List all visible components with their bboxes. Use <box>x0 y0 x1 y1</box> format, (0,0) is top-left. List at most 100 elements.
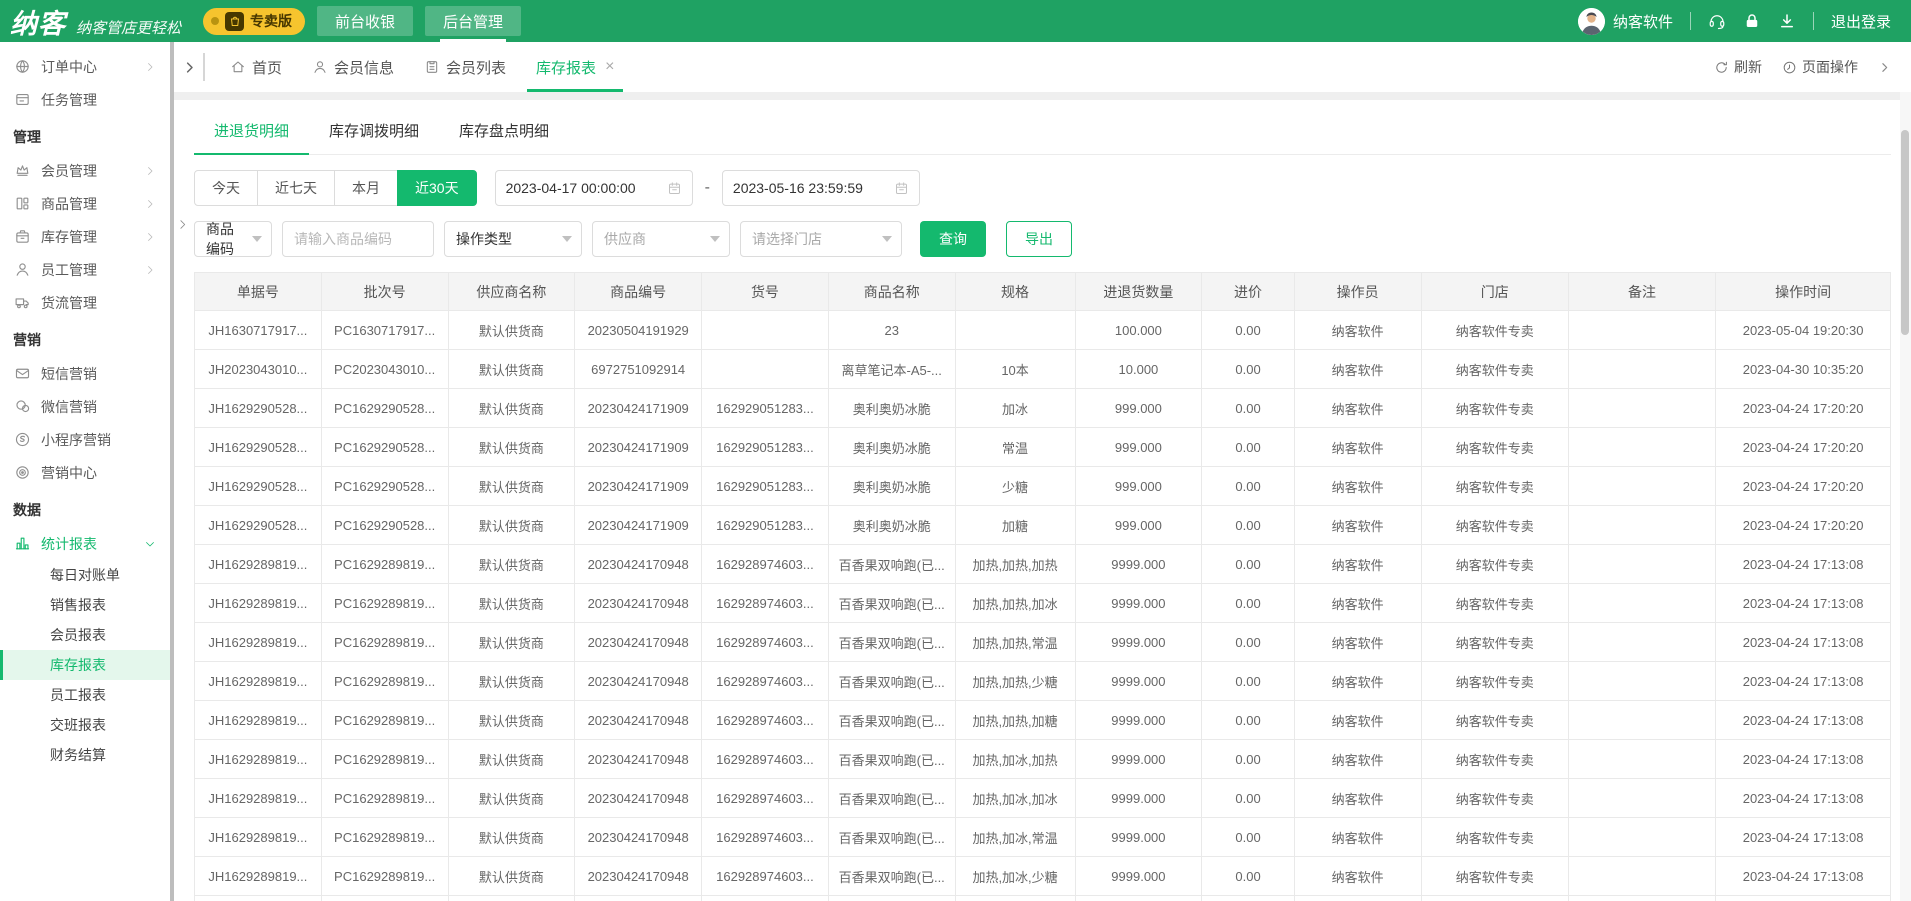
sidebar-item-miniapp-marketing[interactable]: 小程序营销 <box>0 423 170 456</box>
download-icon[interactable] <box>1778 12 1796 30</box>
supplier-select[interactable]: 供应商 <box>592 221 730 257</box>
column-header: 规格 <box>955 273 1075 311</box>
sidebar-item-logistics-manage[interactable]: 货流管理 <box>0 286 170 319</box>
table-cell: 纳客软件 <box>1294 779 1421 818</box>
table-cell: 2023-04-30 10:35:20 <box>1716 350 1891 389</box>
sidebar-item-wechat-marketing[interactable]: 微信营销 <box>0 390 170 423</box>
chevron-right-icon[interactable] <box>182 60 197 75</box>
lock-icon[interactable] <box>1743 12 1761 30</box>
table-cell: PC1629290528... <box>321 389 448 428</box>
table-cell <box>1568 350 1715 389</box>
sidebar-item-task-manage[interactable]: 任务管理 <box>0 83 170 116</box>
table-cell: 2023-04-24 17:20:20 <box>1716 506 1891 545</box>
table-cell: 100.000 <box>1075 311 1202 350</box>
sidebar-item-label: 统计报表 <box>41 534 97 554</box>
table-cell: 百香果双响跑(已... <box>828 857 955 896</box>
scrollbar-thumb[interactable] <box>1901 130 1909 335</box>
table-row: JH1629289819...PC1629289819...默认供货商20230… <box>195 740 1891 779</box>
sidebar-item-member-manage[interactable]: 会员管理 <box>0 154 170 187</box>
sidebar-item-stats-report[interactable]: 统计报表 <box>0 527 170 560</box>
table-row: JH1629289819...PC1629289819...默认供货商20230… <box>195 545 1891 584</box>
table-cell: JH1629289819... <box>195 818 322 857</box>
table-cell: PC1629289819... <box>321 818 448 857</box>
table-cell: JH1629289819... <box>195 623 322 662</box>
sidebar-subitem-member-report[interactable]: 会员报表 <box>0 620 170 650</box>
table-row: JH1629289819...PC1629289819...默认供货商20230… <box>195 623 1891 662</box>
table-cell: 20230424171909 <box>575 506 702 545</box>
table-cell: 999.000 <box>1075 506 1202 545</box>
table-cell: 纳客软件专卖 <box>1421 545 1568 584</box>
tab-stock-report[interactable]: 库存报表× <box>521 42 629 92</box>
table-cell: 2023-04-24 17:13:08 <box>1716 545 1891 584</box>
truck-icon <box>14 294 31 311</box>
range-today[interactable]: 今天 <box>194 170 258 206</box>
chevron-down-icon <box>710 236 720 242</box>
search-button[interactable]: 查询 <box>920 221 986 257</box>
subtab-transfer-detail[interactable]: 库存调拨明细 <box>309 114 439 154</box>
store-select[interactable]: 请选择门店 <box>740 221 902 257</box>
tab-member-info[interactable]: 会员信息 <box>297 42 409 92</box>
table-cell: 20230424171909 <box>575 428 702 467</box>
nav-backend-manage-button[interactable]: 后台管理 <box>425 6 521 36</box>
table-cell: 9999.000 <box>1075 818 1202 857</box>
sidebar-subitem-stock-report[interactable]: 库存报表 <box>0 650 170 680</box>
table-cell: 纳客软件 <box>1294 311 1421 350</box>
sidebar-subitem-daily-bill[interactable]: 每日对账单 <box>0 560 170 590</box>
user-menu[interactable]: 纳客软件 <box>1578 8 1673 35</box>
refresh-button[interactable]: 刷新 <box>1714 57 1762 77</box>
table-cell: 162928974603... <box>702 779 829 818</box>
table-cell: 加热,加冰,加糖 <box>955 896 1075 901</box>
nav-front-cashier-button[interactable]: 前台收银 <box>317 6 413 36</box>
range-this-month[interactable]: 本月 <box>334 170 398 206</box>
operation-type-select[interactable]: 操作类型 <box>444 221 582 257</box>
sidebar-subitem-shift-report[interactable]: 交班报表 <box>0 710 170 740</box>
sidebar-subitem-sales-report[interactable]: 销售报表 <box>0 590 170 620</box>
logo-slogan: 纳客管店更轻松 <box>76 17 181 38</box>
table-cell: 奥利奥奶冰脆 <box>828 506 955 545</box>
sidebar-item-order-center[interactable]: 订单中心 <box>0 50 170 83</box>
edition-badge: 专卖版 <box>203 8 305 35</box>
sidebar-item-sms-marketing[interactable]: 短信营销 <box>0 357 170 390</box>
table-cell: 百香果双响跑(已... <box>828 701 955 740</box>
tab-home[interactable]: 首页 <box>215 42 297 92</box>
close-icon[interactable]: × <box>605 59 614 75</box>
subtab-check-detail[interactable]: 库存盘点明细 <box>439 114 569 154</box>
subtab-inout-detail[interactable]: 进退货明细 <box>194 114 309 154</box>
range-last7days[interactable]: 近七天 <box>257 170 335 206</box>
chevron-right-icon[interactable] <box>1878 61 1891 74</box>
table-cell: 0.00 <box>1202 467 1295 506</box>
table-cell: 162928974603... <box>702 623 829 662</box>
range-last30days[interactable]: 近30天 <box>397 170 477 206</box>
scrollbar-track[interactable] <box>1900 92 1911 901</box>
sidebar-subitem-staff-report[interactable]: 员工报表 <box>0 680 170 710</box>
logout-button[interactable]: 退出登录 <box>1831 11 1891 32</box>
tab-member-list[interactable]: 会员列表 <box>409 42 521 92</box>
export-button[interactable]: 导出 <box>1006 221 1072 257</box>
globe-icon <box>14 58 31 75</box>
customer-service-icon[interactable] <box>1708 12 1726 30</box>
sidebar-subitem-finance-settle[interactable]: 财务结算 <box>0 740 170 770</box>
date-to-input[interactable]: 2023-05-16 23:59:59 <box>722 170 920 206</box>
table-cell: 默认供货商 <box>448 662 575 701</box>
product-code-input[interactable] <box>282 221 434 257</box>
divider <box>1813 12 1814 30</box>
sidebar-item-stock-manage[interactable]: 库存管理 <box>0 220 170 253</box>
open-tabs: 首页会员信息会员列表库存报表× <box>215 42 629 92</box>
table-cell: PC1629289819... <box>321 623 448 662</box>
table-cell: 0.00 <box>1202 779 1295 818</box>
sidebar-item-staff-manage[interactable]: 员工管理 <box>0 253 170 286</box>
collapse-sidebar-icon[interactable] <box>176 218 189 231</box>
table-cell: PC1630717917... <box>321 311 448 350</box>
sidebar-item-marketing-center[interactable]: 营销中心 <box>0 456 170 489</box>
table-cell <box>1568 389 1715 428</box>
table-cell: 162928974603... <box>702 740 829 779</box>
sidebar-item-label: 小程序营销 <box>41 430 111 450</box>
target-icon <box>14 464 31 481</box>
table-cell: 162929051283... <box>702 389 829 428</box>
table-cell: 0.00 <box>1202 389 1295 428</box>
sidebar-item-goods-manage[interactable]: 商品管理 <box>0 187 170 220</box>
page-actions-button[interactable]: 页面操作 <box>1782 57 1858 77</box>
code-type-select[interactable]: 商品编码 <box>194 221 272 257</box>
table-cell: 20230424170948 <box>575 857 702 896</box>
date-from-input[interactable]: 2023-04-17 00:00:00 <box>495 170 693 206</box>
